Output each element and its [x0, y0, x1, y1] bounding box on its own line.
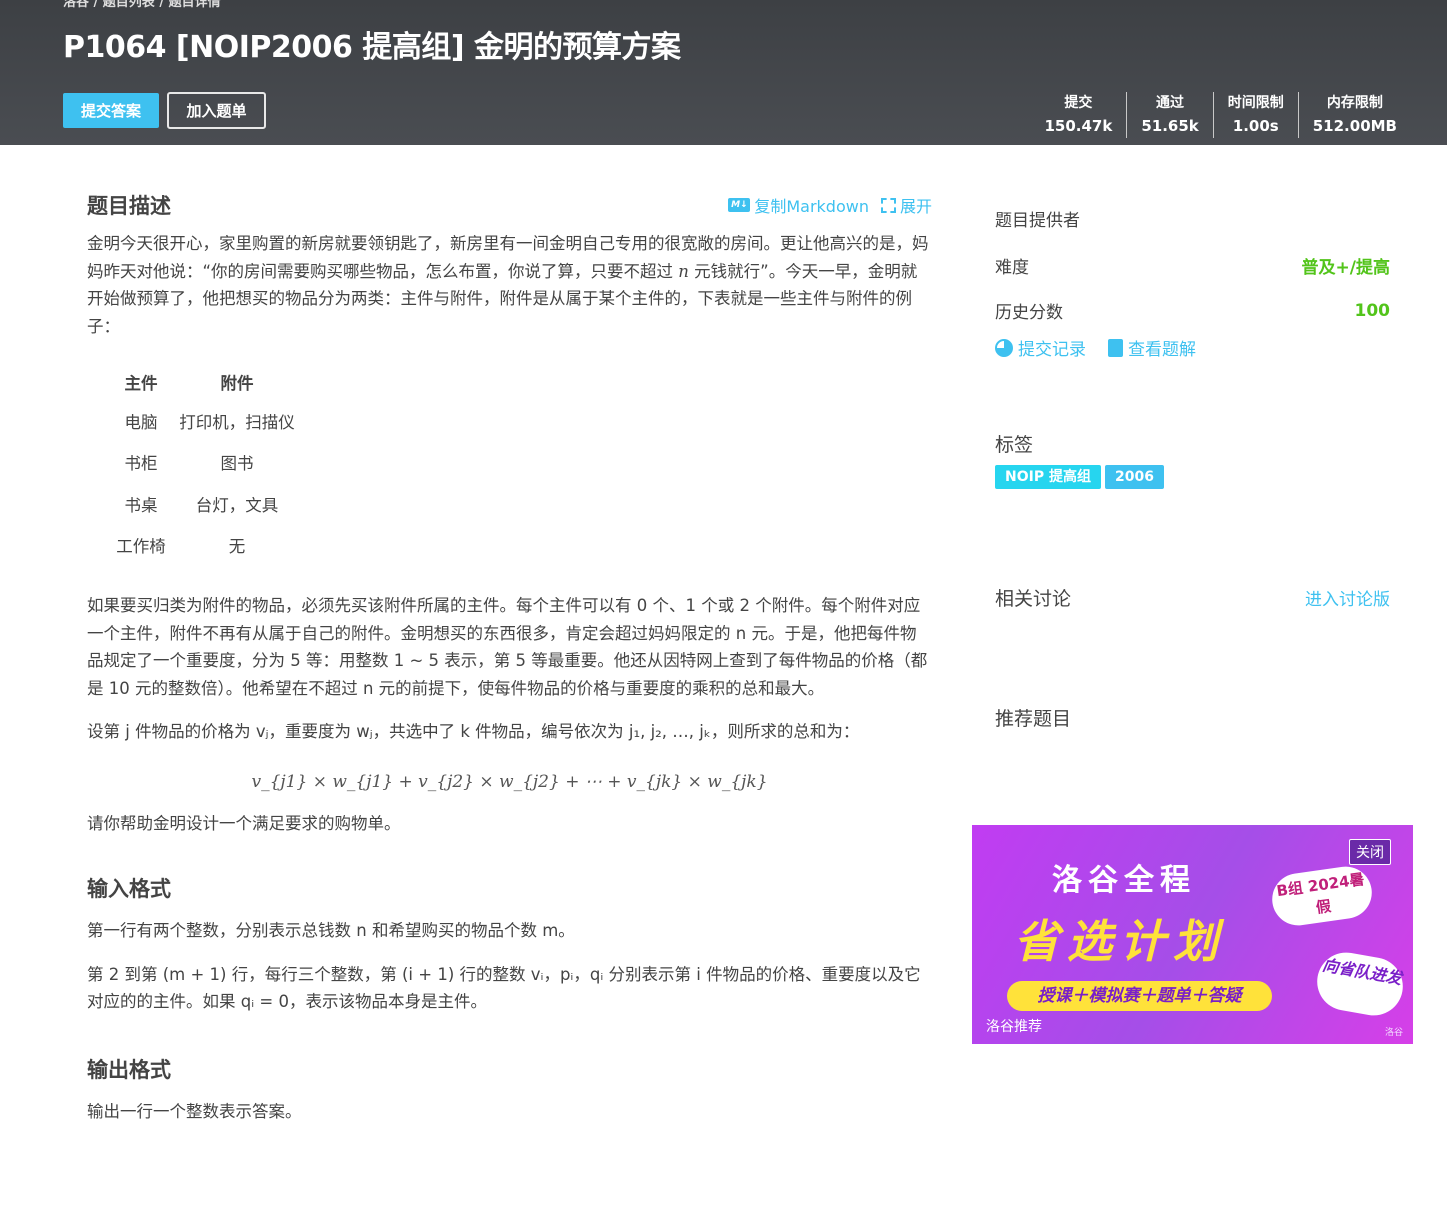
input-paragraph: 第 2 到第 (m + 1) 行，每行三个整数，第 (i + 1) 行的整数 v…	[87, 964, 921, 1012]
close-ad-button[interactable]: 关闭	[1349, 839, 1391, 865]
expand-button[interactable]: 展开	[880, 193, 932, 217]
parts-table: 主件 附件 电脑 打印机，扫描仪 书柜 图书 书桌 台灯，文具 工作椅 无	[115, 364, 307, 566]
table-cell: 书桌	[124, 495, 158, 515]
tag[interactable]: 2006	[1104, 465, 1164, 489]
provider-label: 题目提供者	[995, 210, 1080, 231]
table-cell: 电脑	[124, 412, 158, 432]
problem-stats: 提交 150.47k 通过 51.65k 时间限制 1.00s 内存限制 512…	[1030, 92, 1411, 138]
input-paragraph: 第一行有两个整数，分别表示总钱数 n 和希望购买的物品个数 m。	[87, 921, 575, 940]
breadcrumb[interactable]: 洛谷 / 题目列表 / 题目详情	[63, 0, 221, 10]
stat-memory-limit: 内存限制 512.00MB	[1297, 92, 1411, 138]
difficulty-label: 难度	[995, 258, 1029, 278]
history-row: 历史分数 100	[995, 288, 1390, 333]
input-format-title: 输入格式	[87, 877, 171, 901]
recommend-title: 推荐题目	[995, 708, 1072, 730]
expand-icon	[880, 197, 896, 213]
stat-label: 通过	[1156, 95, 1185, 111]
history-score: 100	[1354, 300, 1391, 321]
table-cell: 打印机，扫描仪	[179, 412, 295, 432]
copy-markdown-button[interactable]: M↓ 复制Markdown	[728, 193, 869, 217]
problem-content: 题目描述 M↓ 复制Markdown 展开 金明今天很开心，家里购置的新房就要领…	[87, 190, 932, 1125]
difficulty-value[interactable]: 普及+/提高	[1302, 253, 1390, 278]
expand-label: 展开	[899, 197, 932, 216]
side-links: 提交记录 查看题解	[995, 335, 1390, 360]
submit-answer-button[interactable]: 提交答案	[63, 93, 159, 128]
table-row: 电脑 打印机，扫描仪	[115, 400, 307, 442]
description-header: 题目描述 M↓ 复制Markdown 展开	[87, 190, 932, 220]
table-cell: 无	[228, 537, 246, 557]
discuss-title: 相关讨论	[995, 588, 1072, 610]
discuss-row: 相关讨论 进入讨论版	[995, 575, 1390, 620]
description-paragraph: 金明今天很开心，家里购置的新房就要领钥匙了，新房里有一间金明自己专用的很宽敞的房…	[87, 230, 932, 340]
history-label: 历史分数	[995, 303, 1063, 323]
sum-formula: v_{j1} × w_{j1} + v_{j2} × w_{j2} + ⋯ + …	[251, 771, 768, 792]
math-var: n	[678, 261, 689, 281]
copy-markdown-label: 复制Markdown	[754, 197, 869, 216]
description-paragraph: 设第 j 件物品的价格为 vⱼ，重要度为 wⱼ，共选中了 k 件物品，编号依次为…	[87, 722, 860, 741]
table-cell: 书柜	[124, 454, 158, 474]
stat-label: 时间限制	[1227, 95, 1284, 111]
stat-time-limit: 时间限制 1.00s	[1212, 92, 1298, 138]
ad-slogan: 省选计划	[1014, 915, 1227, 968]
table-row: 工作椅 无	[115, 525, 307, 567]
ad-brand: 洛谷全程	[1052, 863, 1196, 898]
table-row: 书桌 台灯，文具	[115, 483, 307, 525]
tags-list: NOIP 提高组 2006	[995, 465, 1390, 489]
description-paragraph: 请你帮助金明设计一个满足要求的购物单。	[87, 813, 401, 833]
output-paragraph: 输出一行一个整数表示答案。	[87, 1101, 302, 1121]
tag[interactable]: NOIP 提高组	[995, 465, 1101, 489]
records-label: 提交记录	[1018, 340, 1086, 360]
table-cell: 台灯，文具	[195, 495, 279, 515]
ad-bubble: B组 2024暑假	[1268, 863, 1376, 929]
enter-discussion-link[interactable]: 进入讨论版	[1305, 585, 1390, 610]
table-header: 附件	[220, 374, 254, 393]
stat-value: 150.47k	[1044, 117, 1113, 135]
provider-row: 题目提供者	[995, 205, 1390, 231]
output-format-title: 输出格式	[87, 1057, 171, 1082]
ad-watermark: 洛谷	[1384, 1028, 1403, 1038]
promo-banner[interactable]: 洛谷全程 省选计划 授课＋模拟赛＋题单＋答疑 B组 2024暑假 向省队进发 关…	[972, 825, 1413, 1044]
stat-value: 51.65k	[1141, 117, 1199, 135]
table-row: 书柜 图书	[115, 442, 307, 484]
tags-title: 标签	[995, 434, 1034, 456]
pie-chart-icon	[995, 338, 1013, 357]
markdown-icon: M↓	[728, 198, 751, 212]
table-cell: 工作椅	[116, 537, 166, 557]
stat-value: 1.00s	[1232, 117, 1279, 135]
stat-label: 提交	[1064, 95, 1093, 111]
add-to-list-button[interactable]: 加入题单	[167, 92, 266, 129]
ad-feature-bar: 授课＋模拟赛＋题单＋答疑	[1007, 981, 1272, 1011]
submission-records-link[interactable]: 提交记录	[995, 335, 1086, 360]
problem-header: 洛谷 / 题目列表 / 题目详情 P1064 [NOIP2006 提高组] 金明…	[0, 0, 1447, 145]
stat-value: 512.00MB	[1312, 117, 1397, 135]
description-paragraph: 如果要买归类为附件的物品，必须先买该附件所属的主件。每个主件可以有 0 个、1 …	[87, 596, 928, 698]
difficulty-row: 难度 普及+/提高	[995, 243, 1390, 288]
view-solutions-link[interactable]: 查看题解	[1108, 335, 1196, 360]
book-icon	[1108, 338, 1123, 357]
ad-recommend-label: 洛谷推荐	[986, 1019, 1042, 1035]
description-title: 题目描述	[87, 194, 171, 218]
page-title: P1064 [NOIP2006 提高组] 金明的预算方案	[63, 30, 681, 65]
ad-bubble: 向省队进发	[1312, 947, 1408, 1021]
stat-submissions: 提交 150.47k	[1030, 92, 1126, 138]
table-cell: 图书	[220, 454, 254, 474]
stat-label: 内存限制	[1326, 95, 1383, 111]
table-header: 主件	[124, 374, 158, 393]
sidebar: 题目提供者 难度 普及+/提高 历史分数 100 提交记录 查看题解 标签 NO…	[995, 205, 1390, 731]
table-header-row: 主件 附件	[115, 364, 307, 400]
description-tools: M↓ 复制Markdown 展开	[728, 193, 932, 217]
stat-accepted: 通过 51.65k	[1126, 92, 1212, 138]
solutions-label: 查看题解	[1128, 340, 1196, 360]
